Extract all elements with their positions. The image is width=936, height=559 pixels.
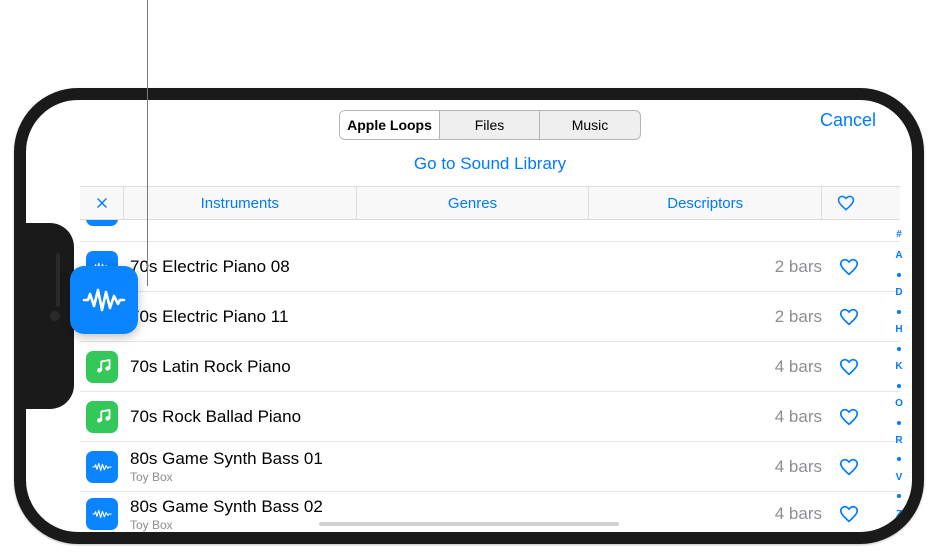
loop-text: 70s Latin Rock Piano [130, 357, 767, 377]
index-dot[interactable] [897, 347, 901, 351]
close-icon [95, 196, 109, 210]
filter-tab-instruments[interactable]: Instruments [124, 187, 357, 219]
audio-loop-icon [86, 498, 118, 530]
index-dot[interactable] [897, 457, 901, 461]
loop-title: 80s Game Synth Bass 02 [130, 497, 767, 517]
segment-files[interactable]: Files [440, 111, 540, 139]
loop-title: 70s Rock Ballad Piano [130, 407, 767, 427]
index-letter[interactable]: H [895, 325, 902, 335]
heart-icon [838, 406, 860, 428]
device-frame: Apple Loops Files Music Cancel Go to Sou… [14, 88, 924, 544]
filter-favorites-button[interactable] [822, 187, 870, 219]
loop-text: 80s Game Synth Bass 01Toy Box [130, 449, 767, 484]
top-toolbar: Apple Loops Files Music Cancel [80, 100, 900, 144]
audio-loop-icon [86, 451, 118, 483]
index-letter[interactable]: Z [896, 510, 902, 520]
cancel-button[interactable]: Cancel [820, 110, 876, 131]
loop-title: 70s Latin Rock Piano [130, 357, 767, 377]
loop-row[interactable]: 70s Latin Rock Piano 4 bars [80, 342, 900, 392]
heart-icon [836, 193, 856, 213]
loop-list[interactable]: 70s Electric Piano 062 bars70s Electric … [80, 220, 900, 532]
loop-row[interactable]: 70s Electric Piano 08 2 bars [80, 242, 900, 292]
loop-row[interactable]: 80s Game Synth Bass 01Toy Box 4 bars [80, 442, 900, 492]
heart-icon [838, 356, 860, 378]
loop-length: 2 bars [775, 307, 822, 327]
loop-row[interactable]: 70s Electric Piano 062 bars [80, 220, 900, 242]
loop-row[interactable]: 70s Electric Piano 11 2 bars [80, 292, 900, 342]
loop-length: 4 bars [775, 407, 822, 427]
heart-icon [838, 306, 860, 328]
loop-title: 70s Electric Piano 08 [130, 257, 767, 277]
audio-loop-icon [86, 220, 118, 226]
source-segmented-control[interactable]: Apple Loops Files Music [339, 110, 641, 140]
heart-icon [838, 503, 860, 525]
filter-bar-spacer [870, 187, 900, 219]
device-notch [14, 223, 74, 409]
waveform-icon [91, 503, 113, 525]
heart-icon [838, 256, 860, 278]
index-letter[interactable]: R [895, 436, 902, 446]
callout-line [147, 0, 148, 286]
favorite-button[interactable] [836, 404, 862, 430]
favorite-button[interactable] [836, 354, 862, 380]
loop-length: 4 bars [775, 504, 822, 524]
index-letter[interactable]: V [896, 473, 903, 483]
loop-title: 70s Electric Piano 11 [130, 307, 767, 327]
loop-length: 2 bars [775, 257, 822, 277]
loop-row[interactable]: 80s Game Synth Bass 02Toy Box 4 bars [80, 492, 900, 532]
music-note-icon [91, 356, 113, 378]
music-note-icon [91, 406, 113, 428]
segment-music[interactable]: Music [540, 111, 640, 139]
filter-tab-descriptors[interactable]: Descriptors [589, 187, 822, 219]
midi-loop-icon [86, 401, 118, 433]
screen: Apple Loops Files Music Cancel Go to Sou… [26, 100, 912, 532]
index-letter[interactable]: D [895, 288, 902, 298]
section-index-bar[interactable]: # A D H K O R V Z [888, 226, 910, 524]
filter-tab-genres[interactable]: Genres [357, 187, 590, 219]
index-dot[interactable] [897, 310, 901, 314]
loop-length: 4 bars [775, 357, 822, 377]
loop-text: 80s Game Synth Bass 02Toy Box [130, 497, 767, 532]
favorite-button[interactable] [836, 304, 862, 330]
loop-subtitle: Toy Box [130, 470, 767, 484]
loop-text: 70s Electric Piano 08 [130, 257, 767, 277]
heart-icon [838, 456, 860, 478]
waveform-icon [80, 276, 128, 324]
index-letter[interactable]: # [896, 230, 902, 240]
midi-loop-icon [86, 351, 118, 383]
favorite-button[interactable] [836, 254, 862, 280]
filter-bar: Instruments Genres Descriptors [80, 186, 900, 220]
clear-filters-button[interactable] [80, 187, 124, 219]
waveform-icon [91, 220, 113, 221]
favorite-button[interactable] [836, 454, 862, 480]
index-letter[interactable]: A [895, 251, 902, 261]
index-letter[interactable]: K [895, 362, 902, 372]
loop-text: 70s Electric Piano 11 [130, 307, 767, 327]
favorite-button[interactable] [836, 501, 862, 527]
index-dot[interactable] [897, 421, 901, 425]
home-indicator [319, 522, 619, 526]
index-dot[interactable] [897, 384, 901, 388]
sound-library-link[interactable]: Go to Sound Library [80, 144, 900, 186]
loop-title: 80s Game Synth Bass 01 [130, 449, 767, 469]
index-dot[interactable] [897, 494, 901, 498]
segment-apple-loops[interactable]: Apple Loops [340, 111, 440, 139]
loop-row[interactable]: 70s Rock Ballad Piano 4 bars [80, 392, 900, 442]
waveform-icon [91, 456, 113, 478]
index-dot[interactable] [897, 273, 901, 277]
index-letter[interactable]: O [895, 399, 903, 409]
loop-text: 70s Rock Ballad Piano [130, 407, 767, 427]
dragged-loop-tile[interactable] [70, 266, 138, 334]
loop-length: 4 bars [775, 457, 822, 477]
